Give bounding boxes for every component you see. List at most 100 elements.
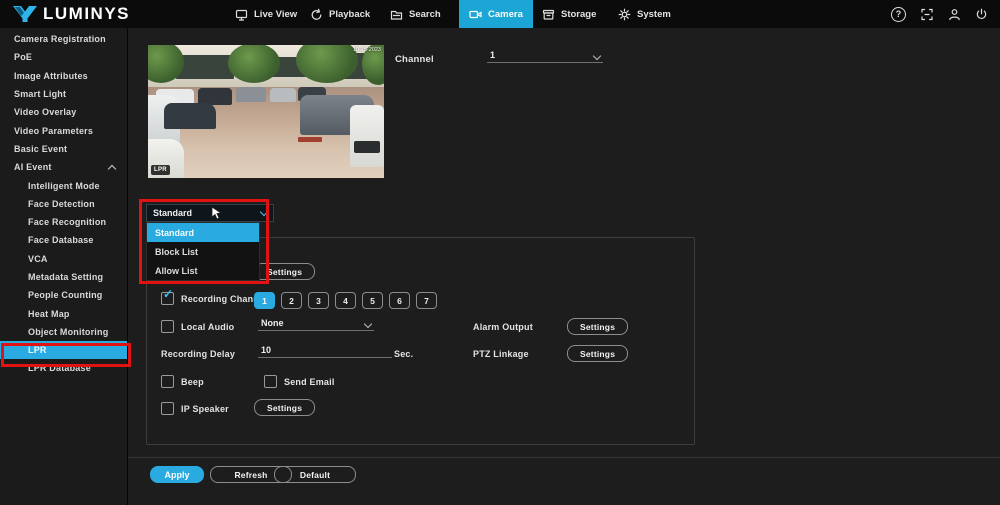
beep-checkbox[interactable] [161,375,174,388]
sidebar-item-vca[interactable]: VCA [0,250,127,268]
preview-car [164,103,216,129]
sidebar-item-lpr[interactable]: LPR [0,341,127,360]
channel-value: 1 [490,50,496,60]
sidebar-item-label: Image Attributes [14,70,88,81]
camera-preview: 10-15-2023 LPR [148,45,384,178]
sidebar-item-label: LPR Database [28,363,91,374]
sidebar-item-label: Face Detection [28,198,95,209]
tab-live-view[interactable]: Live View [225,0,307,28]
sidebar-item-face-database[interactable]: Face Database [0,231,127,249]
channel-button-1[interactable]: 1 [254,292,275,309]
luminys-logo-icon [13,6,37,22]
tab-label: Playback [329,8,371,20]
sidebar-item-metadata-setting[interactable]: Metadata Setting [0,268,127,286]
tab-label: Camera [488,8,523,20]
chevron-up-icon [107,164,117,174]
channel-select[interactable]: 1 [487,50,603,63]
sidebar-item-label: Video Overlay [14,107,77,118]
preview-car [236,87,266,102]
alarm-output-settings-button[interactable]: Settings [567,318,629,335]
top-bar: LUMINYS Live View Playback Search Camera [0,0,1000,28]
recording-delay-value: 10 [261,345,272,355]
sidebar-item-label: Face Database [28,235,94,246]
sidebar-item-label: Camera Registration [14,34,106,45]
search-folder-icon [390,10,403,20]
tab-storage[interactable]: Storage [532,0,606,28]
mode-option-block-list[interactable]: Block List [147,242,259,261]
default-button[interactable]: Default [274,466,356,483]
sidebar-item-lpr-database[interactable]: LPR Database [0,359,127,377]
ip-speaker-checkbox[interactable] [161,402,174,415]
ptz-linkage-settings-button[interactable]: Settings [567,345,629,362]
sidebar-item-intelligent-mode[interactable]: Intelligent Mode [0,176,127,194]
recording-channel-checkbox[interactable] [161,287,174,305]
sidebar-item-people-counting[interactable]: People Counting [0,286,127,304]
footer-divider [128,457,1000,458]
sidebar-item-camera-registration[interactable]: Camera Registration [0,30,127,48]
mouse-cursor-icon [211,206,223,225]
app-window: LUMINYS Live View Playback Search Camera [0,0,1000,505]
sidebar-item-label: Heat Map [28,308,70,319]
apply-button[interactable]: Apply [150,466,204,483]
channel-button-2[interactable]: 2 [281,292,302,309]
sidebar-item-image-attributes[interactable]: Image Attributes [0,67,127,85]
list-settings-button[interactable]: Settings [254,263,316,280]
channel-button-3[interactable]: 3 [308,292,329,309]
recording-delay-unit: Sec. [394,349,414,359]
sidebar-item-basic-event[interactable]: Basic Event [0,140,127,158]
sidebar-item-video-overlay[interactable]: Video Overlay [0,103,127,121]
channel-button-5[interactable]: 5 [362,292,383,309]
sidebar-item-label: Video Parameters [14,125,94,136]
recording-delay-input[interactable]: 10 [258,345,392,358]
help-icon[interactable]: ? [891,6,906,22]
power-icon[interactable] [975,8,988,21]
preview-truck [350,105,384,167]
sidebar-item-label: Smart Light [14,89,67,100]
preview-storefront [176,55,234,79]
chevron-down-icon [363,319,373,329]
brand-logo: LUMINYS [12,0,130,28]
channel-button-7[interactable]: 7 [416,292,437,309]
storage-box-icon [542,9,555,20]
channel-button-6[interactable]: 6 [389,292,410,309]
tab-label: Storage [561,8,597,20]
lpr-mode-select[interactable]: Standard [146,204,274,222]
tab-camera[interactable]: Camera [459,0,533,28]
channel-label: Channel [395,54,434,65]
sidebar-item-smart-light[interactable]: Smart Light [0,85,127,103]
local-audio-value: None [261,318,284,328]
sidebar-item-label: People Counting [28,290,103,301]
beep-label: Beep [181,377,204,387]
sidebar-item-video-parameters[interactable]: Video Parameters [0,121,127,139]
user-icon[interactable] [948,8,961,21]
tab-label: Live View [254,8,298,20]
sidebar-item-face-recognition[interactable]: Face Recognition [0,213,127,231]
preview-lpr-badge: LPR [151,165,170,175]
sidebar-item-face-detection[interactable]: Face Detection [0,195,127,213]
chevron-down-icon [259,207,269,217]
local-audio-label: Local Audio [181,322,235,332]
sidebar-item-heat-map[interactable]: Heat Map [0,304,127,322]
lpr-mode-value: Standard [153,208,193,218]
local-audio-checkbox[interactable] [161,320,174,333]
channel-button-4[interactable]: 4 [335,292,356,309]
ip-speaker-settings-button[interactable]: Settings [254,399,316,416]
tab-search[interactable]: Search [380,0,451,28]
lpr-mode-menu: Standard Block List Allow List [146,222,260,281]
sidebar-item-poe[interactable]: PoE [0,48,127,66]
mode-option-standard[interactable]: Standard [147,223,259,242]
sidebar-item-object-monitoring[interactable]: Object Monitoring [0,323,127,341]
send-email-checkbox[interactable] [264,375,277,388]
local-audio-select[interactable]: None [258,318,374,331]
brand-name: LUMINYS [43,4,130,23]
tab-playback[interactable]: Playback [300,0,380,28]
mode-option-allow-list[interactable]: Allow List [147,261,259,280]
fullscreen-scan-icon[interactable] [920,8,934,21]
sidebar-item-label: AI Event [14,162,52,173]
recording-delay-label: Recording Delay [161,349,236,359]
sidebar-item-ai-event[interactable]: AI Event [0,158,127,176]
gear-icon [618,8,631,20]
tab-label: Search [409,8,441,20]
camera-icon [469,10,482,18]
tab-system[interactable]: System [608,0,681,28]
